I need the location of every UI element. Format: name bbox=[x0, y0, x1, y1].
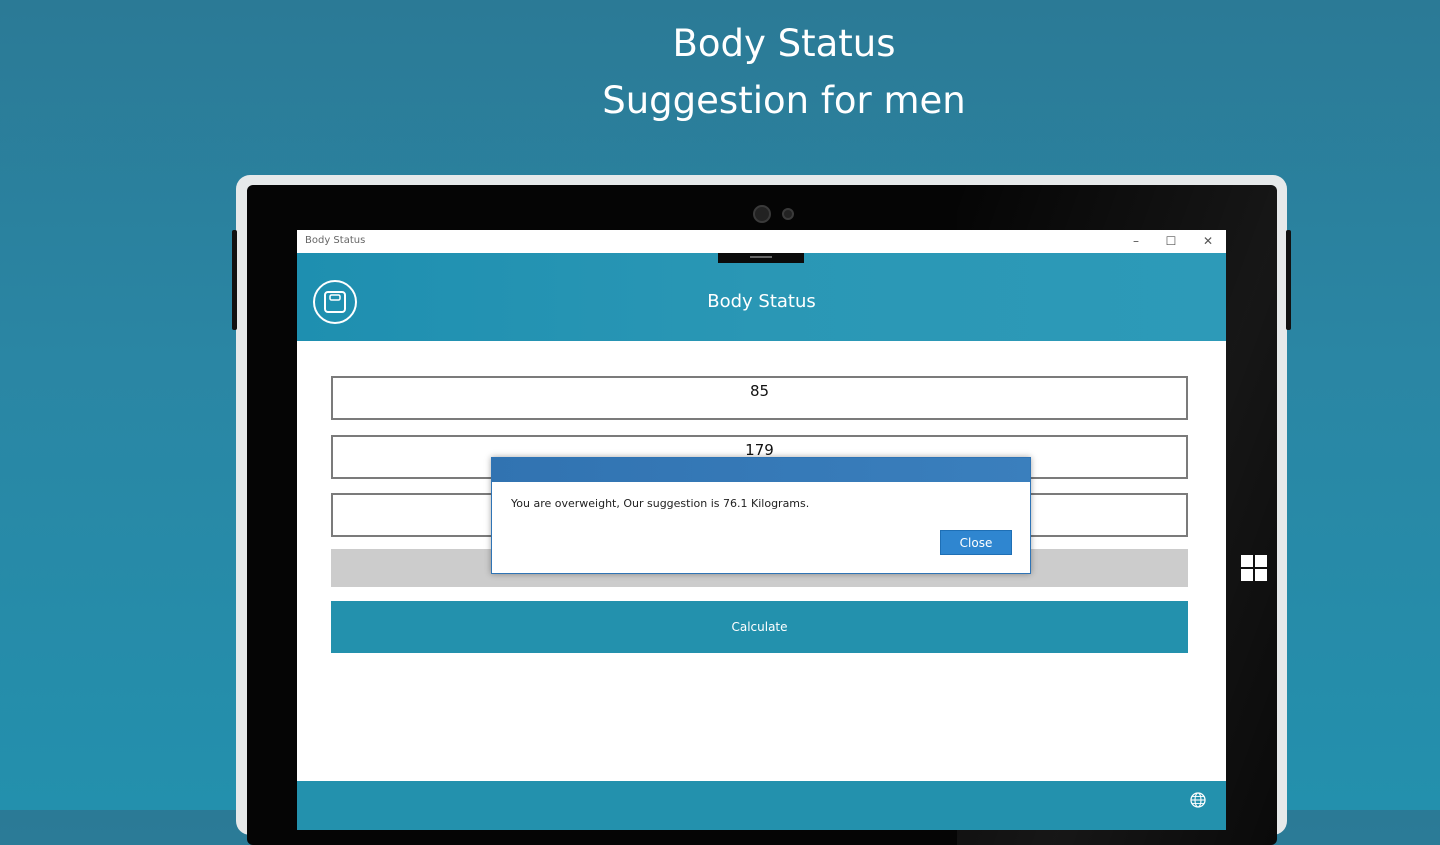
dialog-header bbox=[492, 458, 1030, 482]
maximize-button[interactable]: ☐ bbox=[1161, 233, 1181, 249]
dialog-message: You are overweight, Our suggestion is 76… bbox=[511, 497, 810, 510]
title-bar: Body Status – ☐ ✕ bbox=[297, 230, 1226, 253]
window-title: Body Status bbox=[305, 235, 366, 246]
dialog-close-button[interactable]: Close bbox=[940, 530, 1012, 555]
sensor-icon bbox=[782, 208, 794, 220]
app-footer bbox=[297, 781, 1226, 830]
app-header: Body Status bbox=[297, 253, 1226, 341]
side-button-right bbox=[1286, 230, 1291, 330]
camera-icon bbox=[753, 205, 771, 223]
promo-title-line1: Body Status bbox=[672, 22, 896, 65]
close-window-button[interactable]: ✕ bbox=[1198, 233, 1218, 249]
globe-icon[interactable] bbox=[1190, 792, 1206, 808]
app-header-title: Body Status bbox=[707, 291, 816, 312]
weight-input[interactable]: 85 bbox=[331, 376, 1188, 420]
calculate-button[interactable]: Calculate bbox=[331, 601, 1188, 653]
promo-title-line2: Suggestion for men bbox=[602, 79, 966, 122]
minimize-button[interactable]: – bbox=[1126, 233, 1146, 249]
message-dialog: You are overweight, Our suggestion is 76… bbox=[491, 457, 1031, 574]
camera-notch bbox=[718, 253, 804, 263]
side-button-left bbox=[232, 230, 237, 330]
windows-logo-icon[interactable] bbox=[1241, 555, 1267, 581]
